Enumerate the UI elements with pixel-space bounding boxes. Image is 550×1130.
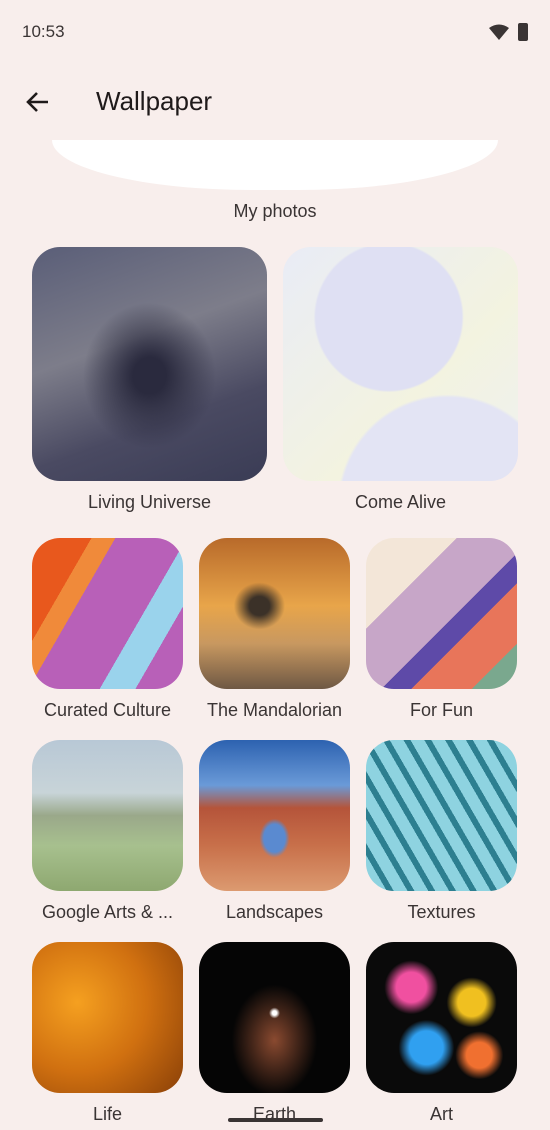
category-tile-life[interactable] [32, 942, 183, 1093]
category-tile-landscapes[interactable] [199, 740, 350, 891]
wifi-icon [489, 24, 509, 40]
category-label: Google Arts & ... [41, 902, 174, 922]
category-label: Curated Culture [43, 700, 172, 720]
category-tile-textures[interactable] [366, 740, 517, 891]
category-tile-the-mandalorian[interactable] [199, 538, 350, 689]
category-label: The Mandalorian [206, 700, 343, 720]
category-tile-curated-culture[interactable] [32, 538, 183, 689]
home-indicator[interactable] [228, 1118, 323, 1122]
battery-charging-icon [518, 23, 528, 41]
my-photos-label: My photos [233, 201, 317, 221]
category-tile-earth[interactable] [199, 942, 350, 1093]
category-label: Landscapes [225, 902, 324, 922]
category-tile-art[interactable] [366, 942, 517, 1093]
category-tile-for-fun[interactable] [366, 538, 517, 689]
page-title: Wallpaper [96, 86, 213, 116]
status-time: 10:53 [22, 22, 65, 41]
category-label: Art [429, 1104, 453, 1124]
category-tile-come-alive[interactable] [283, 247, 518, 481]
category-tile-living-universe[interactable] [32, 247, 267, 481]
category-label: Come Alive [354, 492, 447, 512]
category-label: For Fun [409, 700, 474, 720]
category-label: Life [92, 1104, 123, 1124]
arrow-back-icon[interactable] [24, 88, 52, 116]
my-photos-tile[interactable] [52, 140, 498, 190]
category-tile-google-arts[interactable] [32, 740, 183, 891]
category-label: Living Universe [87, 492, 212, 512]
category-label: Textures [407, 902, 476, 922]
